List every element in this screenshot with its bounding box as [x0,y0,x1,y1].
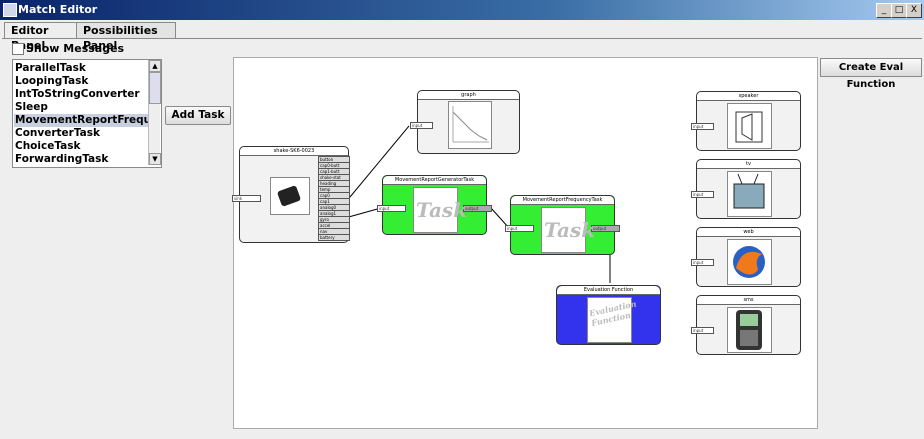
list-scrollbar[interactable]: ▲ ▼ [148,60,161,165]
task-icon: Task [541,207,595,253]
maximize-button[interactable]: □ [891,3,907,18]
list-item[interactable]: ForwardingTask [14,153,149,166]
sms-node[interactable]: sms input [691,295,801,355]
show-messages-label: Show Messages [26,42,125,55]
output-port[interactable]: output [463,205,492,212]
node-title: MovementReportFrequencyTask [511,196,614,205]
web-node[interactable]: web input [691,227,801,287]
list-item[interactable]: IntToStringConverter [14,88,149,101]
tab-divider [2,38,922,39]
input-port[interactable]: input [410,122,433,129]
graph-canvas[interactable]: graph input shake-SK6-0023 sink button c… [232,57,818,429]
minimize-button[interactable]: _ [876,3,892,18]
phone-icon [727,307,772,353]
evaluation-icon-label: Evaluation Function [588,298,638,328]
node-title: Evaluation Function [557,286,660,295]
node-title: web [697,228,800,237]
input-port[interactable]: input [691,191,714,198]
tab-editor-panel[interactable]: Editor Panel [4,22,78,52]
sink-port[interactable]: sink [232,195,261,202]
list-item-selected[interactable]: MovementReportFrequencyTask [14,114,149,127]
task-icon-label: Task [544,218,596,242]
list-item[interactable]: ConverterTask [14,127,149,140]
node-title: graph [418,91,519,100]
movement-report-generator-node[interactable]: MovementReportGeneratorTask input output… [377,175,492,235]
list-item[interactable]: ParallelTask [14,62,149,75]
tv-node[interactable]: tv input [691,159,801,219]
output-port[interactable]: battery [318,234,350,241]
graph-preview-icon [448,101,492,149]
node-title: MovementReportGeneratorTask [383,176,486,185]
show-messages-checkbox[interactable] [12,43,24,55]
input-port[interactable]: input [377,205,406,212]
evaluation-function-node[interactable]: Evaluation Function Evaluation Function [556,285,661,345]
wire-shake-mrg [344,207,382,219]
node-title: shake-SK6-0023 [240,147,348,156]
create-eval-function-button[interactable]: Create Eval Function [820,58,922,90]
movement-report-frequency-node[interactable]: MovementReportFrequencyTask input output… [505,195,620,255]
shake-output-ports: button cap0-butt cap1-butt shake-stat he… [318,156,350,241]
close-button[interactable]: X [906,3,922,18]
task-list[interactable]: ParallelTask LoopingTask IntToStringConv… [12,59,162,168]
output-port[interactable]: output [591,225,620,232]
shake-device-icon [270,177,310,215]
task-icon: Task [413,187,467,233]
node-title: sms [697,296,800,305]
input-port[interactable]: input [505,225,534,232]
scroll-up-icon[interactable]: ▲ [149,60,161,72]
list-item[interactable]: Sleep [14,101,149,114]
graph-node[interactable]: graph input [410,90,520,154]
input-port[interactable]: input [691,259,714,266]
node-title: speaker [697,92,800,101]
list-item[interactable]: ChoiceTask [14,140,149,153]
window-title: Match Editor [18,3,98,16]
scroll-down-icon[interactable]: ▼ [149,153,161,165]
input-port[interactable]: input [691,327,714,334]
list-item[interactable]: LoopingTask [14,75,149,88]
evaluation-icon: Evaluation Function [587,297,638,343]
tab-possibilities-panel[interactable]: Possibilities Panel [76,22,176,52]
app-icon [3,3,17,17]
task-icon-label: Task [416,198,468,222]
tv-icon [727,171,772,217]
firefox-icon [727,239,772,285]
add-task-button[interactable]: Add Task [165,106,231,125]
window-title-bar: Match Editor _ □ X [0,0,924,20]
node-title: tv [697,160,800,169]
speaker-node[interactable]: speaker input [691,91,801,151]
input-port[interactable]: input [691,123,714,130]
speaker-icon [727,103,772,149]
scroll-thumb[interactable] [149,72,161,104]
shake-node[interactable]: shake-SK6-0023 sink button cap0-butt cap… [232,146,350,243]
